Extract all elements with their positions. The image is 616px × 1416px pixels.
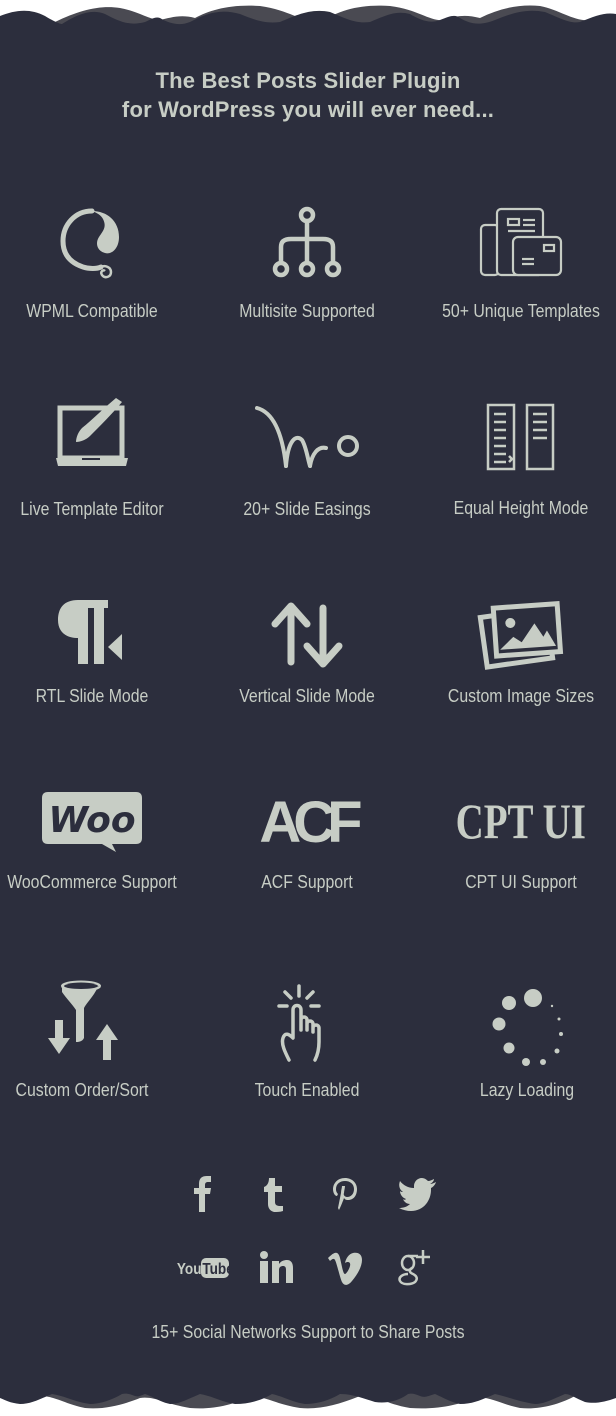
youtube-you-text: You: [177, 1261, 202, 1278]
feature-label: ACF Support: [261, 872, 353, 892]
title-line-2: for WordPress you will ever need...: [121, 97, 495, 122]
feature-templates: 50+ Unique Templates: [421, 205, 616, 321]
feature-rtl: RTL Slide Mode: [0, 598, 192, 706]
tumblr-link[interactable]: [262, 1176, 288, 1212]
feature-label: RTL Slide Mode: [35, 686, 149, 706]
feature-label: CPT UI Support: [465, 872, 577, 892]
features-panel: The Best Posts Slider Plugin for WordPre…: [0, 0, 616, 1416]
facebook-link[interactable]: [188, 1176, 218, 1212]
page-title: The Best Posts Slider Plugin for WordPre…: [0, 66, 616, 124]
cptui-logo-text: CPT UI: [456, 794, 586, 844]
tumblr-icon: [264, 1178, 283, 1212]
feature-label: Equal Height Mode: [453, 498, 589, 518]
title-line-1: The Best Posts Slider Plugin: [155, 68, 461, 93]
rtl-paragraph-icon: [58, 600, 122, 664]
feature-label: Custom Order/Sort: [15, 1080, 149, 1100]
wpml-icon: [60, 208, 119, 279]
feature-label: Vertical Slide Mode: [239, 686, 375, 706]
youtube-tube-text: Tube: [202, 1261, 230, 1278]
feature-order-sort: Custom Order/Sort: [0, 980, 182, 1100]
woo-logo-text: Woo: [48, 800, 135, 841]
feature-label: WooCommerce Support: [7, 872, 177, 892]
google-plus-icon: [398, 1250, 430, 1286]
facebook-icon: [194, 1176, 211, 1212]
up-down-arrows-icon: [271, 602, 343, 668]
feature-image-sizes: Custom Image Sizes: [421, 598, 616, 706]
social-caption: 15+ Social Networks Support to Share Pos…: [151, 1322, 465, 1342]
funnel-sort-icon: [48, 980, 118, 1060]
linkedin-icon: [260, 1251, 293, 1283]
feature-label: Multisite Supported: [239, 301, 375, 321]
feature-label: Custom Image Sizes: [447, 686, 595, 706]
google-plus-link[interactable]: [398, 1248, 432, 1286]
feature-lazy-loading: Lazy Loading: [427, 986, 616, 1100]
acf-logo-icon: ACF: [259, 792, 362, 848]
twitter-link[interactable]: [398, 1178, 438, 1212]
feature-live-editor: Live Template Editor: [0, 396, 192, 519]
feature-easings: 20+ Slide Easings: [207, 400, 407, 519]
cptui-logo-icon: CPT UI: [456, 794, 586, 844]
feature-multisite: Multisite Supported: [207, 205, 407, 321]
touch-hand-icon: [277, 984, 321, 1062]
vimeo-link[interactable]: [326, 1250, 364, 1286]
feature-label: Lazy Loading: [479, 1080, 575, 1100]
laptop-brush-icon: [56, 398, 128, 466]
network-tree-icon: [272, 206, 342, 278]
acf-logo-text: ACF: [259, 792, 361, 848]
linkedin-link[interactable]: [258, 1250, 294, 1284]
bounce-easing-icon: [255, 406, 359, 468]
feature-woocommerce: Woo WooCommerce Support: [0, 790, 192, 892]
feature-vertical: Vertical Slide Mode: [207, 600, 407, 706]
feature-label: 20+ Slide Easings: [243, 499, 371, 519]
feature-label: 50+ Unique Templates: [442, 301, 600, 321]
feature-equal-height: Equal Height Mode: [421, 402, 616, 518]
feature-cptui: CPT UI CPT UI Support: [421, 794, 616, 892]
youtube-link[interactable]: You Tube: [176, 1256, 230, 1280]
feature-label: Touch Enabled: [254, 1080, 360, 1100]
loading-spinner-icon: [492, 989, 563, 1066]
templates-icon: [479, 207, 563, 277]
feature-label: WPML Compatible: [26, 301, 158, 321]
twitter-icon: [399, 1178, 436, 1211]
feature-acf: ACF ACF Support: [207, 792, 407, 892]
vimeo-icon: [328, 1252, 362, 1285]
youtube-icon: You Tube: [177, 1258, 230, 1278]
woo-logo-icon: Woo: [42, 792, 142, 852]
feature-touch: Touch Enabled: [207, 984, 407, 1100]
feature-wpml: WPML Compatible: [0, 205, 192, 321]
pinterest-link[interactable]: [330, 1176, 360, 1212]
images-icon: [477, 601, 564, 670]
pinterest-icon: [333, 1178, 357, 1210]
equal-columns-icon: [486, 403, 555, 471]
feature-label: Live Template Editor: [20, 499, 164, 519]
